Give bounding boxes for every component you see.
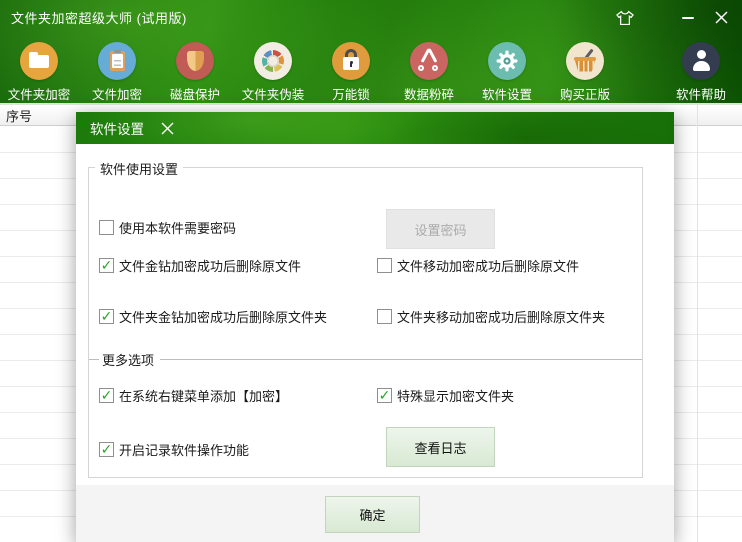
folder-encrypt-icon [20,42,58,80]
dialog-title: 软件设置 [90,118,144,138]
view-log-button[interactable]: 查看日志 [386,427,495,467]
window-title: 文件夹加密超级大师 (试用版) [11,8,187,27]
menu-hamburger-icon[interactable] [649,10,664,26]
toolbar-label: 软件设置 [482,84,532,103]
checkbox-box: ✓ [377,388,392,403]
toolbar-label: 购买正版 [560,84,610,103]
checkbox-box: ✓ [99,258,114,273]
title-bar: 文件夹加密超级大师 (试用版) [0,0,742,35]
universal-lock-icon [332,42,370,80]
toolbar-label: 数据粉碎 [404,84,454,103]
window-controls [616,10,730,26]
settings-gear-icon [488,42,526,80]
toolbar-item-data-shred[interactable]: 数据粉碎 [390,42,468,103]
checkbox-special-display-encrypted-folder[interactable]: ✓ 特殊显示加密文件夹 [377,386,514,405]
set-password-button: 设置密码 [386,209,495,249]
data-shred-scissors-icon [410,42,448,80]
toolbar-item-help[interactable]: 软件帮助 [662,42,740,103]
checkbox-box: ✓ [99,309,114,324]
groupbox-legend: 软件使用设置 [95,159,183,178]
disk-shield-icon [176,42,214,80]
buy-basket-icon [566,42,604,80]
toolbar-label: 文件加密 [92,84,142,103]
toolbar-item-buy[interactable]: 购买正版 [546,42,624,103]
toolbar-label: 软件帮助 [676,84,726,103]
settings-dialog: 软件设置 软件使用设置 使用本软件需要密码 设置密码 ✓ 文件金钻加密成功后删除… [76,112,674,542]
checkbox-box [99,220,114,235]
toolbar-label: 文件夹伪装 [242,84,305,103]
help-user-icon [682,42,720,80]
toolbar-item-folder-encrypt[interactable]: 文件夹加密 [0,42,78,103]
toolbar-item-folder-disguise[interactable]: 文件夹伪装 [234,42,312,103]
dialog-title-bar: 软件设置 [76,112,674,144]
toolbar-label: 文件夹加密 [8,84,71,103]
ok-button[interactable]: 确定 [325,496,420,533]
dialog-close-icon[interactable] [158,119,176,137]
checkbox-box: ✓ [99,442,114,457]
toolbar-label: 万能锁 [332,84,370,103]
minimize-icon[interactable] [679,10,697,26]
table-column-divider [697,105,698,542]
close-icon[interactable] [712,10,730,26]
checkbox-require-password[interactable]: 使用本软件需要密码 [99,218,236,237]
toolbar-item-disk-protect[interactable]: 磁盘保护 [156,42,234,103]
toolbar-item-file-encrypt[interactable]: 文件加密 [78,42,156,103]
checkbox-delete-folder-after-move-encrypt[interactable]: 文件夹移动加密成功后删除原文件夹 [377,307,605,326]
checkbox-enable-operation-log[interactable]: ✓ 开启记录软件操作功能 [99,440,249,459]
toolbar-label: 磁盘保护 [170,84,220,103]
file-encrypt-icon [98,42,136,80]
checkbox-box: ✓ [99,388,114,403]
toolbar-item-settings[interactable]: 软件设置 [468,42,546,103]
toolbar-item-universal-lock[interactable]: 万能锁 [312,42,390,103]
checkbox-delete-folder-after-diamond-encrypt[interactable]: ✓ 文件夹金钻加密成功后删除原文件夹 [99,307,327,326]
column-header-index: 序号 [6,106,32,125]
toolbar: 文件夹加密 文件加密 磁盘保护 文件夹伪装 万能锁 数据粉碎 [0,35,742,103]
checkbox-delete-file-after-move-encrypt[interactable]: 文件移动加密成功后删除原文件 [377,256,579,275]
folder-disguise-icon [254,42,292,80]
app-window: 文件夹加密超级大师 (试用版) 文件夹加密 文件加密 磁盘保护 文件夹伪 [0,0,742,542]
checkbox-box [377,309,392,324]
checkbox-box [377,258,392,273]
more-options-separator: 更多选项 [89,351,642,367]
more-options-label: 更多选项 [102,350,154,369]
checkbox-delete-file-after-diamond-encrypt[interactable]: ✓ 文件金钻加密成功后删除原文件 [99,256,301,275]
checkbox-context-menu-encrypt[interactable]: ✓ 在系统右键菜单添加【加密】 [99,386,288,405]
skin-shirt-icon[interactable] [616,10,634,26]
